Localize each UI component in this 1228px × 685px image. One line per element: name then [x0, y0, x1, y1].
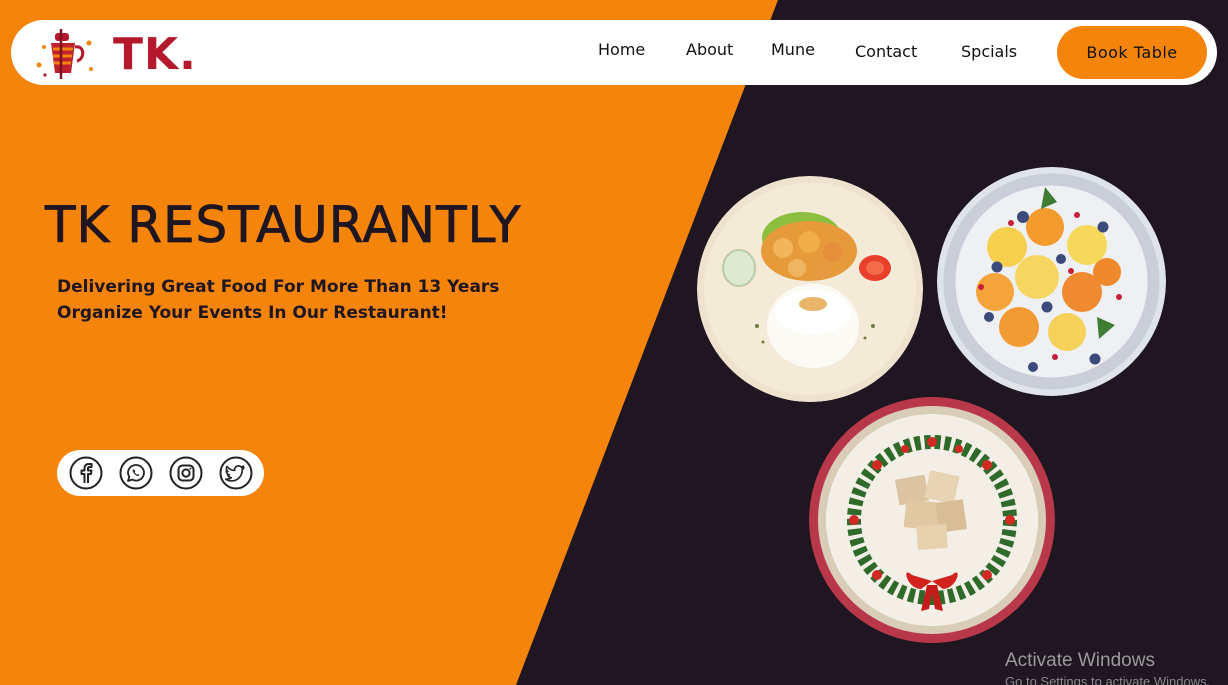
nav-home[interactable]: Home [598, 40, 645, 59]
logo-text: TK. [113, 29, 197, 80]
book-table-button[interactable]: Book Table [1057, 26, 1207, 79]
logo[interactable]: TK. [31, 25, 196, 81]
instagram-icon[interactable] [169, 456, 203, 490]
nav-menu[interactable]: Mune [771, 40, 815, 59]
activate-windows-title: Activate Windows [1005, 650, 1155, 671]
hero-title: TK RESTAURANTLY [45, 196, 522, 255]
facebook-icon[interactable] [69, 456, 103, 490]
nav-about[interactable]: About [686, 40, 733, 59]
nav-contact[interactable]: Contact [855, 42, 917, 61]
food-plate-shrimp-rice [697, 176, 923, 402]
food-plate-hummus [809, 397, 1055, 643]
kebab-logo-icon [36, 29, 93, 79]
navbar: TK. Home About Mune Contact Spcials Book… [11, 20, 1217, 85]
whatsapp-icon[interactable] [119, 456, 153, 490]
food-plate-fruit-salad [937, 167, 1166, 396]
hero-subtitle: Delivering Great Food For More Than 13 Y… [57, 277, 500, 323]
social-links [57, 450, 264, 496]
twitter-icon[interactable] [219, 456, 253, 490]
nav-specials[interactable]: Spcials [961, 42, 1017, 61]
activate-windows-hint: Go to Settings to activate Windows. [1005, 674, 1211, 685]
